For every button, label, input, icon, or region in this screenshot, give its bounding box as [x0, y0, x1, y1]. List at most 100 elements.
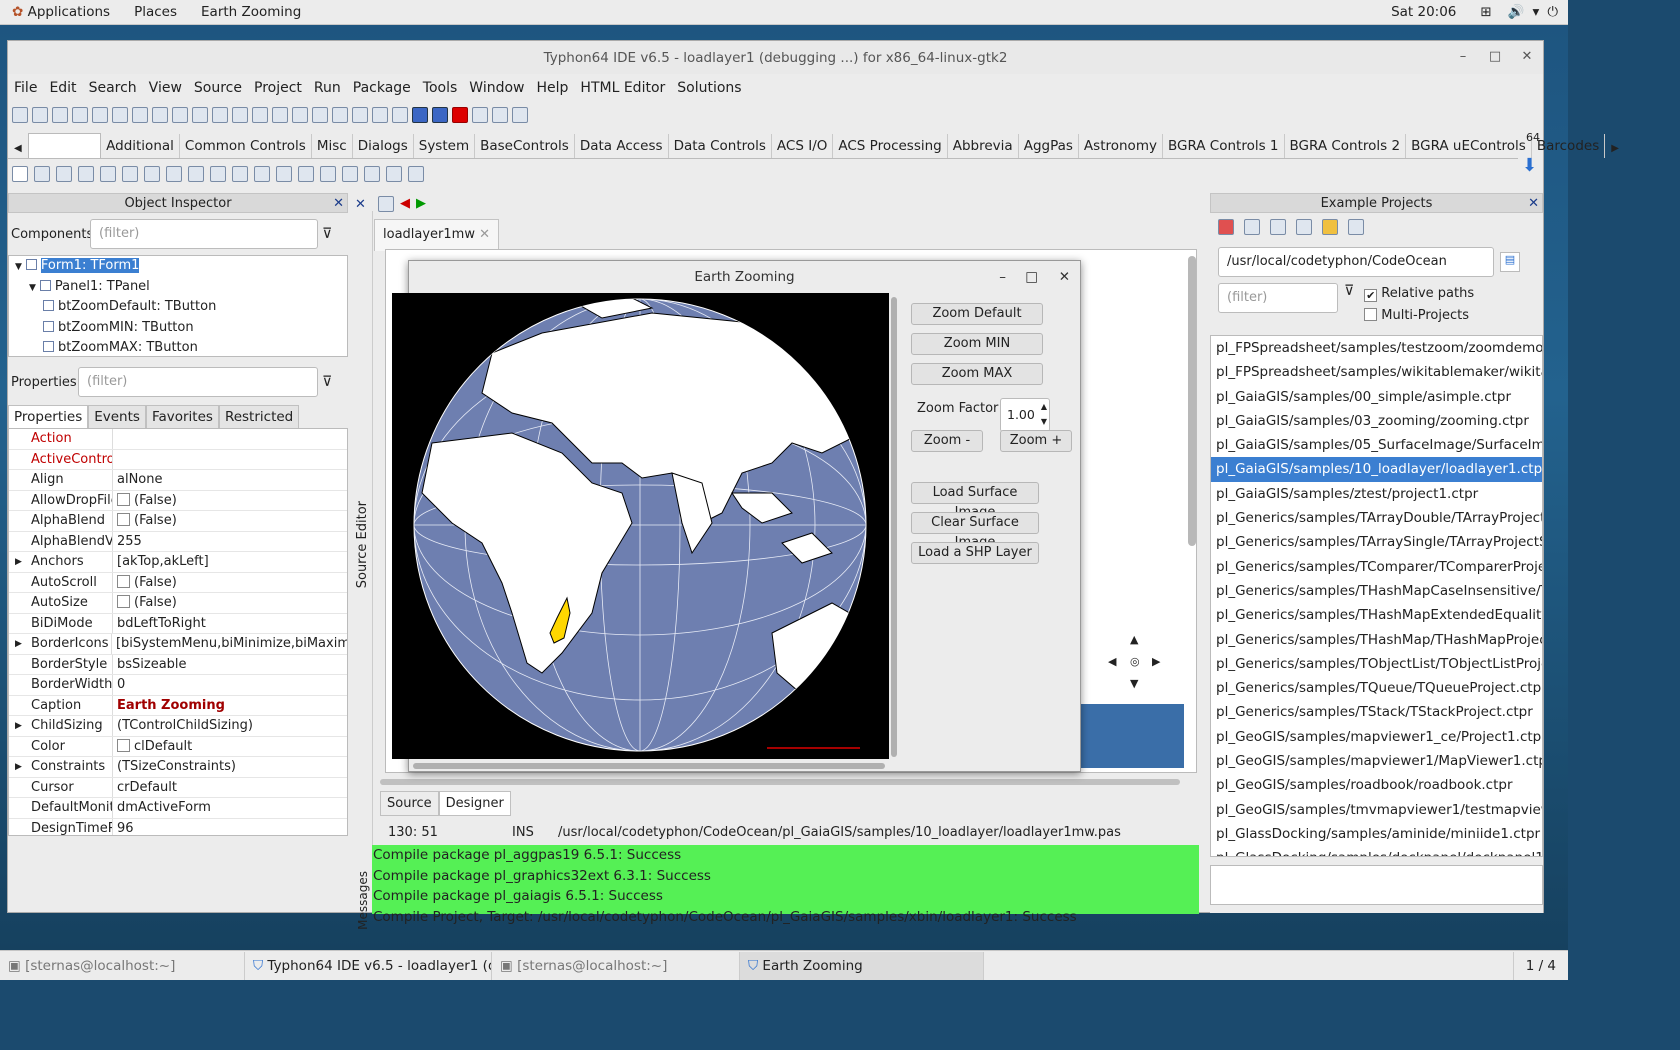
- property-checkbox[interactable]: [117, 513, 130, 526]
- list-item[interactable]: pl_GeoGIS/samples/mapviewer1/MapViewer1.…: [1211, 749, 1542, 773]
- palette-tab-common-controls[interactable]: Common Controls: [180, 134, 312, 158]
- zoom-max-button[interactable]: Zoom MAX: [911, 363, 1043, 385]
- forward-arrow-icon[interactable]: ▶: [416, 196, 426, 212]
- radio-group-component-icon[interactable]: [320, 166, 336, 182]
- list-item[interactable]: pl_GaiaGIS/samples/00_simple/asimple.ctp…: [1211, 385, 1542, 409]
- list-item[interactable]: pl_Generics/samples/TArrayDouble/TArrayP…: [1211, 506, 1542, 530]
- combobox-component-icon[interactable]: [254, 166, 270, 182]
- places-menu[interactable]: Places: [122, 4, 189, 20]
- right-arrow-icon[interactable]: ▶: [1152, 655, 1160, 668]
- property-row[interactable]: AutoScroll (False): [9, 572, 347, 593]
- property-row[interactable]: ▶ BorderIcons [biSystemMenu,biMinimize,biM…: [9, 634, 347, 655]
- radio-button-component-icon[interactable]: [210, 166, 226, 182]
- property-value[interactable]: bsSizeable: [113, 655, 187, 675]
- checkbox-component-icon[interactable]: [188, 166, 204, 182]
- property-checkbox[interactable]: [117, 738, 130, 752]
- property-value[interactable]: Earth Zooming: [113, 696, 225, 716]
- minimize-icon[interactable]: –: [999, 261, 1006, 293]
- view-units-icon[interactable]: [252, 107, 268, 123]
- projects-path-input[interactable]: /usr/local/codetyphon/CodeOcean: [1218, 247, 1494, 277]
- left-arrow-icon[interactable]: ◀: [1108, 655, 1116, 668]
- property-row[interactable]: Align alNone: [9, 470, 347, 491]
- property-value[interactable]: clDefault: [113, 737, 192, 757]
- list-item[interactable]: pl_FPSpreadsheet/samples/wikitablemaker/…: [1211, 360, 1542, 384]
- property-row[interactable]: Action: [9, 429, 347, 450]
- remove-from-project-icon[interactable]: [212, 107, 228, 123]
- property-row[interactable]: Caption Earth Zooming: [9, 695, 347, 716]
- close-icon[interactable]: ✕: [1528, 194, 1539, 214]
- copy-project-icon[interactable]: [1270, 219, 1286, 235]
- palette-tab-barcodes[interactable]: Barcodes: [1532, 134, 1606, 158]
- palette-tab-astronomy[interactable]: Astronomy: [1079, 134, 1163, 158]
- property-row[interactable]: ActiveControl: [9, 449, 347, 470]
- expand-arrow-icon[interactable]: ▶: [15, 634, 22, 654]
- save-icon[interactable]: [52, 107, 68, 123]
- listbox-component-icon[interactable]: [232, 166, 248, 182]
- palette-tab-acs-i-o[interactable]: ACS I/O: [772, 134, 834, 158]
- spin-down-icon[interactable]: ▼: [1041, 416, 1047, 428]
- edit-component-icon[interactable]: [122, 166, 138, 182]
- map-vscrollbar[interactable]: [891, 297, 897, 757]
- property-row[interactable]: DesignTimePPI96: [9, 818, 347, 835]
- property-value[interactable]: (TControlChildSizing): [113, 716, 253, 736]
- down-arrow-icon[interactable]: ▼: [1130, 677, 1138, 690]
- new-form-icon[interactable]: [312, 107, 328, 123]
- property-checkbox[interactable]: [117, 595, 130, 608]
- property-value[interactable]: bdLeftToRight: [113, 614, 206, 634]
- tree-node[interactable]: ▼ Form1: TForm1: [9, 256, 347, 277]
- open-project-icon[interactable]: [1244, 219, 1260, 235]
- designer-tab[interactable]: Designer: [438, 791, 511, 816]
- settings-icon[interactable]: [1348, 219, 1364, 235]
- minimize-icon[interactable]: –: [1453, 47, 1473, 67]
- list-item[interactable]: pl_GlassDocking/samples/dockpanel/dockpa…: [1211, 846, 1542, 856]
- property-checkbox[interactable]: [117, 492, 130, 506]
- property-value[interactable]: 255: [113, 532, 142, 552]
- expand-arrow-icon[interactable]: ▶: [15, 757, 22, 777]
- run-icon[interactable]: [412, 107, 428, 123]
- action-list-component-icon[interactable]: [408, 166, 424, 182]
- menu-file[interactable]: File: [8, 80, 43, 96]
- palette-tab-aggpas[interactable]: AggPas: [1019, 134, 1079, 158]
- palette-tab-data-controls[interactable]: Data Controls: [669, 134, 772, 158]
- palette-tab-data-access[interactable]: Data Access: [575, 134, 669, 158]
- menu-html-editor[interactable]: HTML Editor: [574, 80, 671, 96]
- close-icon[interactable]: ✕: [333, 194, 344, 214]
- taskbar-item-earth-zooming[interactable]: ⛉ Earth Zooming: [740, 951, 984, 980]
- inspector-tab-favorites[interactable]: Favorites: [145, 405, 219, 428]
- up-arrow-icon[interactable]: ▲: [1130, 633, 1138, 646]
- list-item[interactable]: pl_Generics/samples/THashMapCaseInsensit…: [1211, 579, 1542, 603]
- toggle-form-icon[interactable]: [292, 107, 308, 123]
- map-hscrollbar[interactable]: [413, 763, 885, 769]
- property-row[interactable]: ▶ Anchors [akTop,akLeft]: [9, 552, 347, 573]
- center-icon[interactable]: ◎: [1130, 655, 1140, 668]
- property-row[interactable]: AllowDropFile (False): [9, 490, 347, 511]
- tree-node[interactable]: btZoomDefault: TButton: [9, 297, 347, 318]
- close-file-icon[interactable]: [92, 107, 108, 123]
- editor-tab[interactable]: loadlayer1mw ✕: [374, 219, 500, 251]
- expand-arrow-icon[interactable]: ▶: [15, 716, 22, 736]
- menu-window[interactable]: Window: [463, 80, 530, 96]
- list-item[interactable]: pl_FPSpreadsheet/samples/testzoom/zoomde…: [1211, 336, 1542, 360]
- maximize-icon[interactable]: □: [1485, 47, 1505, 67]
- project-icon[interactable]: [172, 107, 188, 123]
- palette-tab-bgra-controls-2[interactable]: BGRA Controls 2: [1285, 134, 1407, 158]
- list-item[interactable]: pl_GaiaGIS/samples/10_loadlayer/loadlaye…: [1211, 457, 1542, 482]
- menu-package[interactable]: Package: [347, 80, 417, 96]
- active-app-menu[interactable]: Earth Zooming: [189, 4, 313, 20]
- message-line[interactable]: Compile package pl_aggpas19 6.5.1: Succe…: [372, 845, 1199, 866]
- stop-icon[interactable]: [452, 107, 468, 123]
- list-item[interactable]: pl_GeoGIS/samples/tmvmapviewer1/testmapv…: [1211, 798, 1542, 822]
- list-item[interactable]: pl_GlassDocking/samples/aminide/miniide1…: [1211, 822, 1542, 846]
- palette-scroll-left-icon[interactable]: ◀: [8, 139, 28, 158]
- menu-tools[interactable]: Tools: [417, 80, 464, 96]
- refresh-icon[interactable]: [1218, 219, 1234, 235]
- projects-filter-input[interactable]: (filter): [1218, 283, 1338, 313]
- scrollbar-component-icon[interactable]: [276, 166, 292, 182]
- property-value[interactable]: (False): [113, 511, 177, 531]
- property-row[interactable]: ▶ ChildSizing (TControlChildSizing): [9, 716, 347, 737]
- system-menu-arrow-icon[interactable]: ▾: [1529, 4, 1544, 20]
- menu-solutions[interactable]: Solutions: [671, 80, 747, 96]
- clear-surface-image-button[interactable]: Clear Surface Image: [911, 512, 1039, 550]
- property-value[interactable]: 0: [113, 675, 125, 695]
- network-icon[interactable]: ⊞: [1468, 4, 1503, 20]
